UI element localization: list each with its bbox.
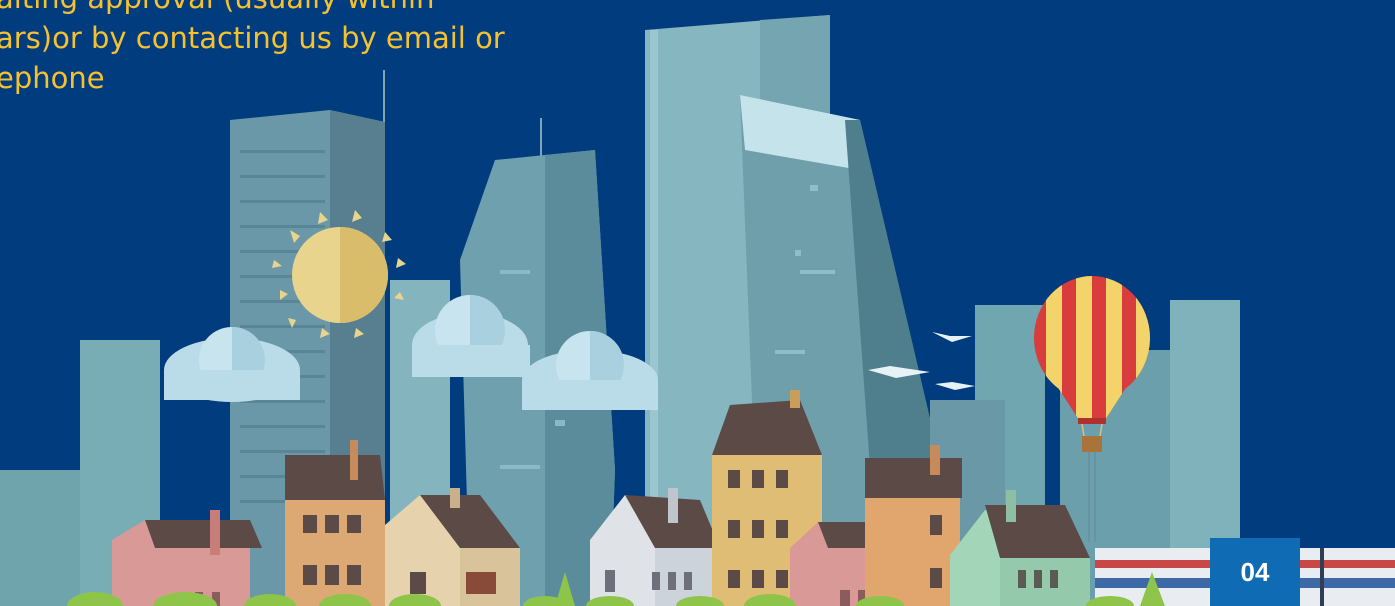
- slide: aiting approval (usually within ars)or b…: [0, 0, 1395, 606]
- body-text: aiting approval (usually within ars)or b…: [0, 0, 636, 98]
- body-text-line: ephone: [0, 61, 105, 95]
- body-text-line: ars)or by contacting us by email or: [0, 21, 505, 55]
- house-orange: [865, 445, 962, 606]
- page-number-badge: 04: [1210, 538, 1300, 606]
- page-number: 04: [1240, 556, 1270, 587]
- house-tan: [285, 440, 385, 606]
- body-text-line: aiting approval (usually within: [0, 0, 636, 18]
